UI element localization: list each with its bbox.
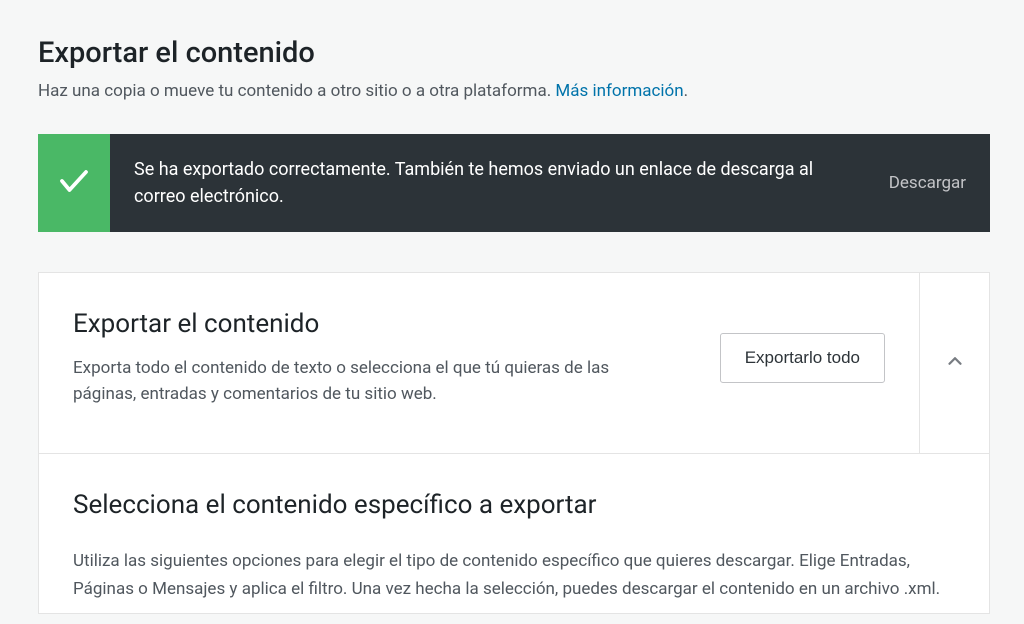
collapse-toggle[interactable]: [919, 273, 989, 454]
subtitle-period: .: [684, 81, 688, 101]
download-link[interactable]: Descargar: [889, 173, 966, 193]
export-card-desc: Exporta todo el contenido de texto o sel…: [73, 355, 633, 408]
check-icon: [56, 163, 92, 203]
success-icon-box: [38, 134, 110, 232]
export-card: Exportar el contenido Exporta todo el co…: [38, 272, 990, 614]
page-title: Exportar el contenido: [38, 36, 990, 70]
specific-section-desc: Utiliza las siguientes opciones para ele…: [73, 548, 955, 602]
page-subtitle: Haz una copia o mueve tu contenido a otr…: [38, 80, 990, 104]
export-main: Exportar el contenido Exporta todo el co…: [39, 273, 919, 454]
subtitle-text: Haz una copia o mueve tu contenido a otr…: [38, 81, 555, 101]
specific-section-title: Selecciona el contenido específico a exp…: [73, 490, 955, 520]
export-all-button[interactable]: Exportarlo todo: [720, 333, 885, 383]
notice-content: Se ha exportado correctamente. También t…: [110, 134, 990, 232]
export-all-row: Exportar el contenido Exporta todo el co…: [39, 273, 989, 455]
success-notice: Se ha exportado correctamente. También t…: [38, 134, 990, 232]
export-text: Exportar el contenido Exporta todo el co…: [73, 309, 633, 408]
export-card-title: Exportar el contenido: [73, 309, 633, 339]
chevron-up-icon: [944, 350, 966, 376]
specific-export-section: Selecciona el contenido específico a exp…: [39, 454, 989, 612]
more-info-link[interactable]: Más información: [555, 81, 683, 101]
notice-message: Se ha exportado correctamente. También t…: [134, 156, 854, 210]
